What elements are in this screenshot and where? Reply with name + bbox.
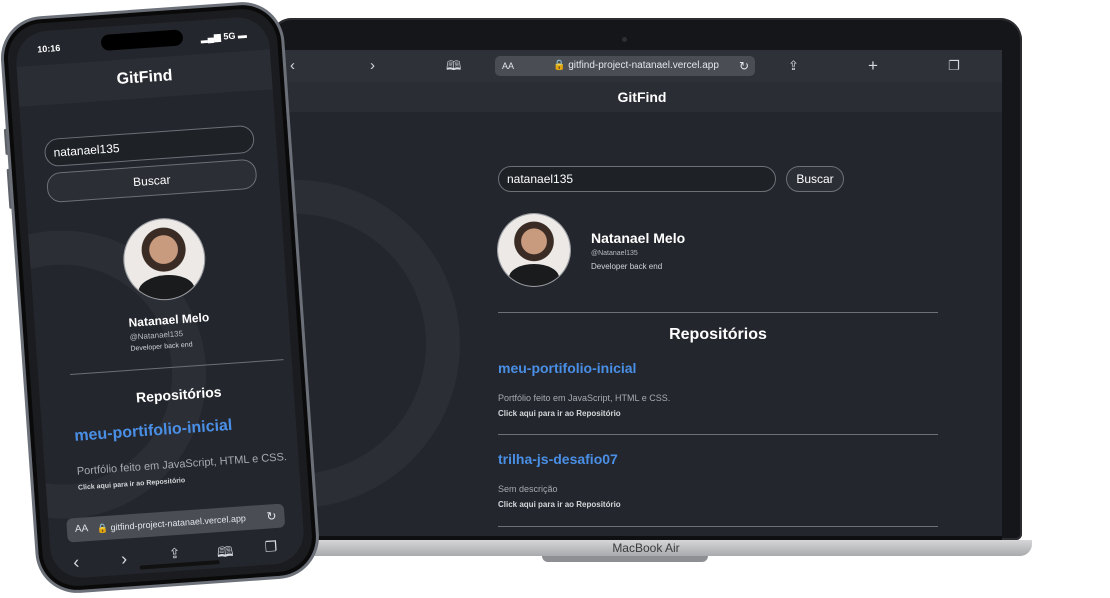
search-button[interactable]: Buscar: [786, 166, 844, 192]
url-text: 🔒 gitfind-project-natanael.vercel.app: [553, 60, 719, 71]
search-button[interactable]: Buscar: [45, 158, 258, 204]
divider: [498, 526, 938, 527]
profile-username: @Natanael135: [591, 250, 638, 257]
status-time: 10:16: [36, 42, 61, 55]
address-bar[interactable]: AA 🔒 gitfind-project-natanael.vercel.app…: [495, 56, 755, 76]
camera-dot: [622, 37, 627, 42]
laptop-notch: [542, 556, 708, 562]
browser-toolbar: ‹ › 🕮 AA 🔒 gitfind-project-natanael.verc…: [282, 50, 1002, 82]
reload-icon[interactable]: ↻: [266, 504, 278, 529]
new-tab-icon[interactable]: +: [868, 56, 878, 76]
phone-frame: 10:16 ▂▄▆ 5G ▬ GitFind natanael135 Busca…: [0, 0, 322, 596]
laptop-model-label: MacBook Air: [612, 541, 680, 555]
forward-icon[interactable]: ›: [120, 549, 127, 570]
divider: [498, 312, 938, 313]
laptop-screen: ‹ › 🕮 AA 🔒 gitfind-project-natanael.verc…: [282, 50, 1002, 536]
repo-link[interactable]: Click aqui para ir ao Repositório: [498, 500, 621, 509]
signal-indicator: ▂▄▆ 5G ▬: [200, 29, 248, 44]
iphone-mockup: 10:16 ▂▄▆ 5G ▬ GitFind natanael135 Busca…: [0, 0, 348, 598]
network-label: 5G: [223, 30, 236, 42]
repo-description: Portfólio feito em JavaScript, HTML e CS…: [498, 393, 671, 403]
app-header: GitFind: [282, 82, 1002, 112]
phone-screen: 10:16 ▂▄▆ 5G ▬ GitFind natanael135 Busca…: [14, 15, 306, 580]
reader-aa-button[interactable]: AA: [502, 56, 514, 76]
profile-name: Natanael Melo: [591, 230, 686, 246]
macbook-frame: ‹ › 🕮 AA 🔒 gitfind-project-natanael.verc…: [270, 18, 1022, 540]
url-value: gitfind-project-natanael.vercel.app: [568, 60, 719, 71]
reader-aa-button[interactable]: AA: [74, 517, 89, 542]
divider: [498, 434, 938, 435]
search-input[interactable]: natanael135: [498, 166, 776, 192]
tabs-icon[interactable]: ❐: [264, 538, 278, 556]
share-icon[interactable]: ⇪: [168, 545, 181, 563]
profile-bio: Developer back end: [591, 262, 663, 271]
forward-icon[interactable]: ›: [370, 56, 375, 76]
avatar: [498, 214, 570, 286]
share-icon[interactable]: ⇪: [788, 56, 799, 76]
bookmarks-icon[interactable]: 🕮: [446, 56, 461, 76]
url-text: 🔒 gitfind-project-natanael.vercel.app: [96, 513, 247, 534]
repo-name-link[interactable]: trilha-js-desafio07: [498, 451, 618, 467]
section-title: Repositórios: [669, 326, 767, 343]
repo-description: Sem descrição: [498, 484, 558, 494]
url-value: gitfind-project-natanael.vercel.app: [110, 513, 247, 533]
tabs-icon[interactable]: ❐: [948, 56, 960, 76]
repo-name-link[interactable]: meu-portifolio-inicial: [498, 360, 636, 376]
repo-link[interactable]: Click aqui para ir ao Repositório: [498, 409, 621, 418]
back-icon[interactable]: ‹: [73, 552, 80, 573]
reload-icon[interactable]: ↻: [739, 56, 749, 76]
